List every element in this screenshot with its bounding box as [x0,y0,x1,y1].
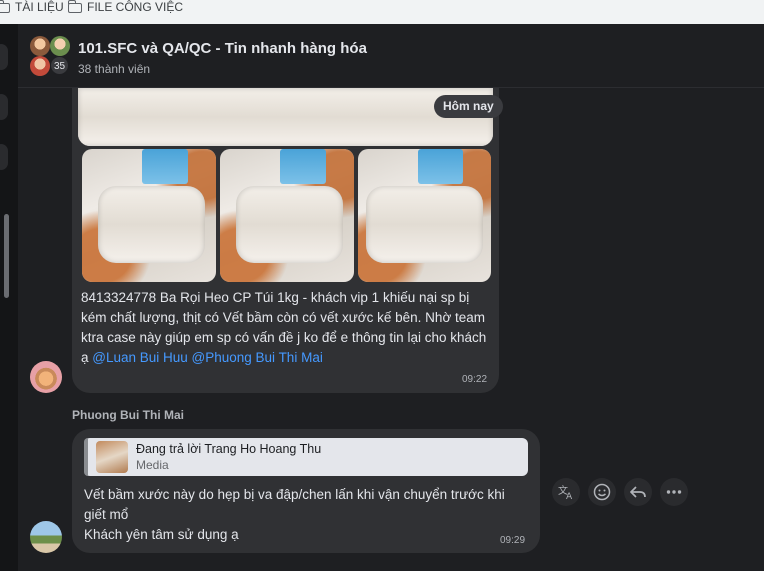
reply-preview[interactable]: Đang trả lời Trang Ho Hoang Thu Media [84,438,528,476]
sender-name: Phuong Bui Thi Mai [72,408,184,422]
message-time: 09:29 [500,535,526,546]
rail-item[interactable] [0,144,8,170]
bookmark-label: TÀI LIỆU [15,0,64,14]
translate-icon: 文A [558,484,573,501]
member-count[interactable]: 38 thành viên [78,62,150,76]
reply-thumbnail [96,441,128,473]
react-button[interactable] [588,478,616,506]
message-text: Vết bầm xước này do hẹp bị va đập/chen l… [84,485,524,545]
message-time: 09:22 [462,374,488,385]
reply-bar [84,438,88,476]
reply-title: Đang trả lời Trang Ho Hoang Thu [136,442,322,456]
left-rail [0,24,18,571]
message-photo[interactable] [220,149,354,282]
bookmarks-bar: TÀI LIỆU FILE CÔNG VIỆC [0,0,764,24]
reply-button[interactable] [624,478,652,506]
rail-item[interactable] [0,94,8,120]
date-divider: Hôm nay [434,95,503,118]
rail-item[interactable] [0,44,8,70]
folder-icon [67,0,82,13]
group-avatar[interactable] [50,36,70,56]
message-line: Vết bầm xước này do hẹp bị va đập/chen l… [84,487,505,522]
group-avatar[interactable] [30,36,50,56]
message-photo[interactable] [78,88,493,146]
more-button[interactable] [660,478,688,506]
reply-icon [630,486,646,498]
bookmark-label: FILE CÔNG VIỆC [87,0,184,14]
message-text: 8413324778 Ba Rọi Heo CP Túi 1kg - khách… [81,288,491,368]
message-line: Khách yên tâm sử dụng ạ [84,527,239,542]
chat-header: 35 101.SFC và QA/QC - Tin nhanh hàng hóa… [18,24,764,88]
member-count-badge: 35 [50,56,69,75]
emoji-icon [593,483,611,501]
chat-title[interactable]: 101.SFC và QA/QC - Tin nhanh hàng hóa [78,40,367,57]
message-photo[interactable] [82,149,216,282]
mention-link[interactable]: @Phuong Bui Thi Mai [192,350,323,365]
sender-avatar[interactable] [30,361,62,393]
group-avatar[interactable] [30,56,50,76]
mention-link[interactable]: @Luan Bui Huu [92,350,188,365]
bookmark-file-cong-viec[interactable]: FILE CÔNG VIỆC [67,0,184,15]
translate-button[interactable]: 文A [552,478,580,506]
folder-icon [0,0,10,13]
sender-avatar[interactable] [30,521,62,553]
svg-text:A: A [566,492,573,501]
bookmark-tai-lieu[interactable]: TÀI LIỆU [0,0,64,15]
reply-subtitle: Media [136,458,169,472]
scrollbar[interactable] [4,214,9,298]
more-icon [666,490,682,494]
message-photo[interactable] [358,149,491,282]
